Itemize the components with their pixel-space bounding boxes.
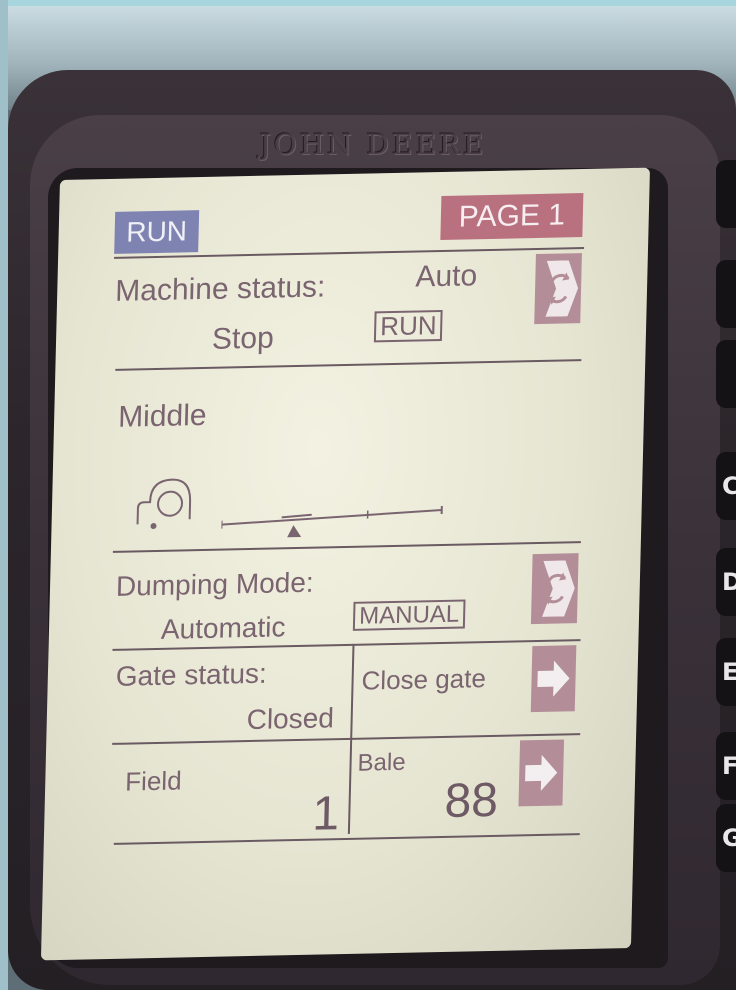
run-badge: RUN [114, 210, 200, 254]
dumping-mode-label: Dumping Mode: [115, 566, 315, 602]
brand-logo: JOHN DEERE [259, 128, 487, 161]
dumping-mode-toggle-button[interactable] [530, 553, 579, 625]
hardware-key-a[interactable] [716, 160, 736, 228]
machine-stop-label: Stop [211, 321, 275, 356]
hardware-key-b[interactable] [716, 260, 736, 328]
close-gate-button[interactable] [530, 645, 577, 713]
field-value: 1 [311, 787, 340, 841]
bale-label: Bale [357, 748, 406, 777]
machine-run-box: RUN [373, 309, 443, 343]
right-arrow-icon [525, 754, 558, 791]
machine-status-toggle-button[interactable] [534, 253, 582, 325]
divider-counters [113, 833, 580, 845]
divider-machine [115, 359, 582, 371]
hardware-keys: C D E F G [716, 120, 736, 920]
bale-value: 88 [443, 773, 499, 828]
position-label: Middle [117, 398, 207, 434]
hardware-key-e[interactable]: E [716, 638, 736, 706]
hardware-key-unlabeled[interactable] [716, 340, 736, 408]
hardware-key-f[interactable]: F [716, 732, 736, 800]
cycle-arrows-icon [545, 260, 579, 317]
right-arrow-icon [537, 660, 570, 697]
dumping-mode-value: Automatic [160, 611, 286, 645]
gate-status-value: Closed [246, 702, 335, 736]
hardware-key-c[interactable]: C [716, 452, 736, 520]
divider-gate [112, 733, 581, 745]
cycle-arrows-icon [542, 560, 575, 617]
slider-pointer [287, 525, 302, 538]
lcd-screen: RUN PAGE 1 Machine status: Auto Stop RUN… [40, 167, 651, 961]
bale-chamber-icon [136, 478, 192, 530]
page-badge: PAGE 1 [440, 193, 584, 241]
background-edge-top [0, 0, 736, 6]
dumping-mode-box: MANUAL [352, 599, 466, 632]
machine-status-value: Auto [415, 259, 478, 294]
background-edge-left [0, 0, 8, 990]
gate-status-label: Gate status: [115, 657, 268, 692]
field-label: Field [124, 765, 182, 797]
position-slider[interactable] [220, 502, 452, 547]
hardware-key-g[interactable]: G [716, 804, 736, 872]
close-gate-label: Close gate [361, 663, 487, 696]
bale-count-button[interactable] [518, 739, 565, 807]
machine-status-label: Machine status: [114, 270, 326, 308]
hardware-key-d[interactable]: D [716, 548, 736, 616]
